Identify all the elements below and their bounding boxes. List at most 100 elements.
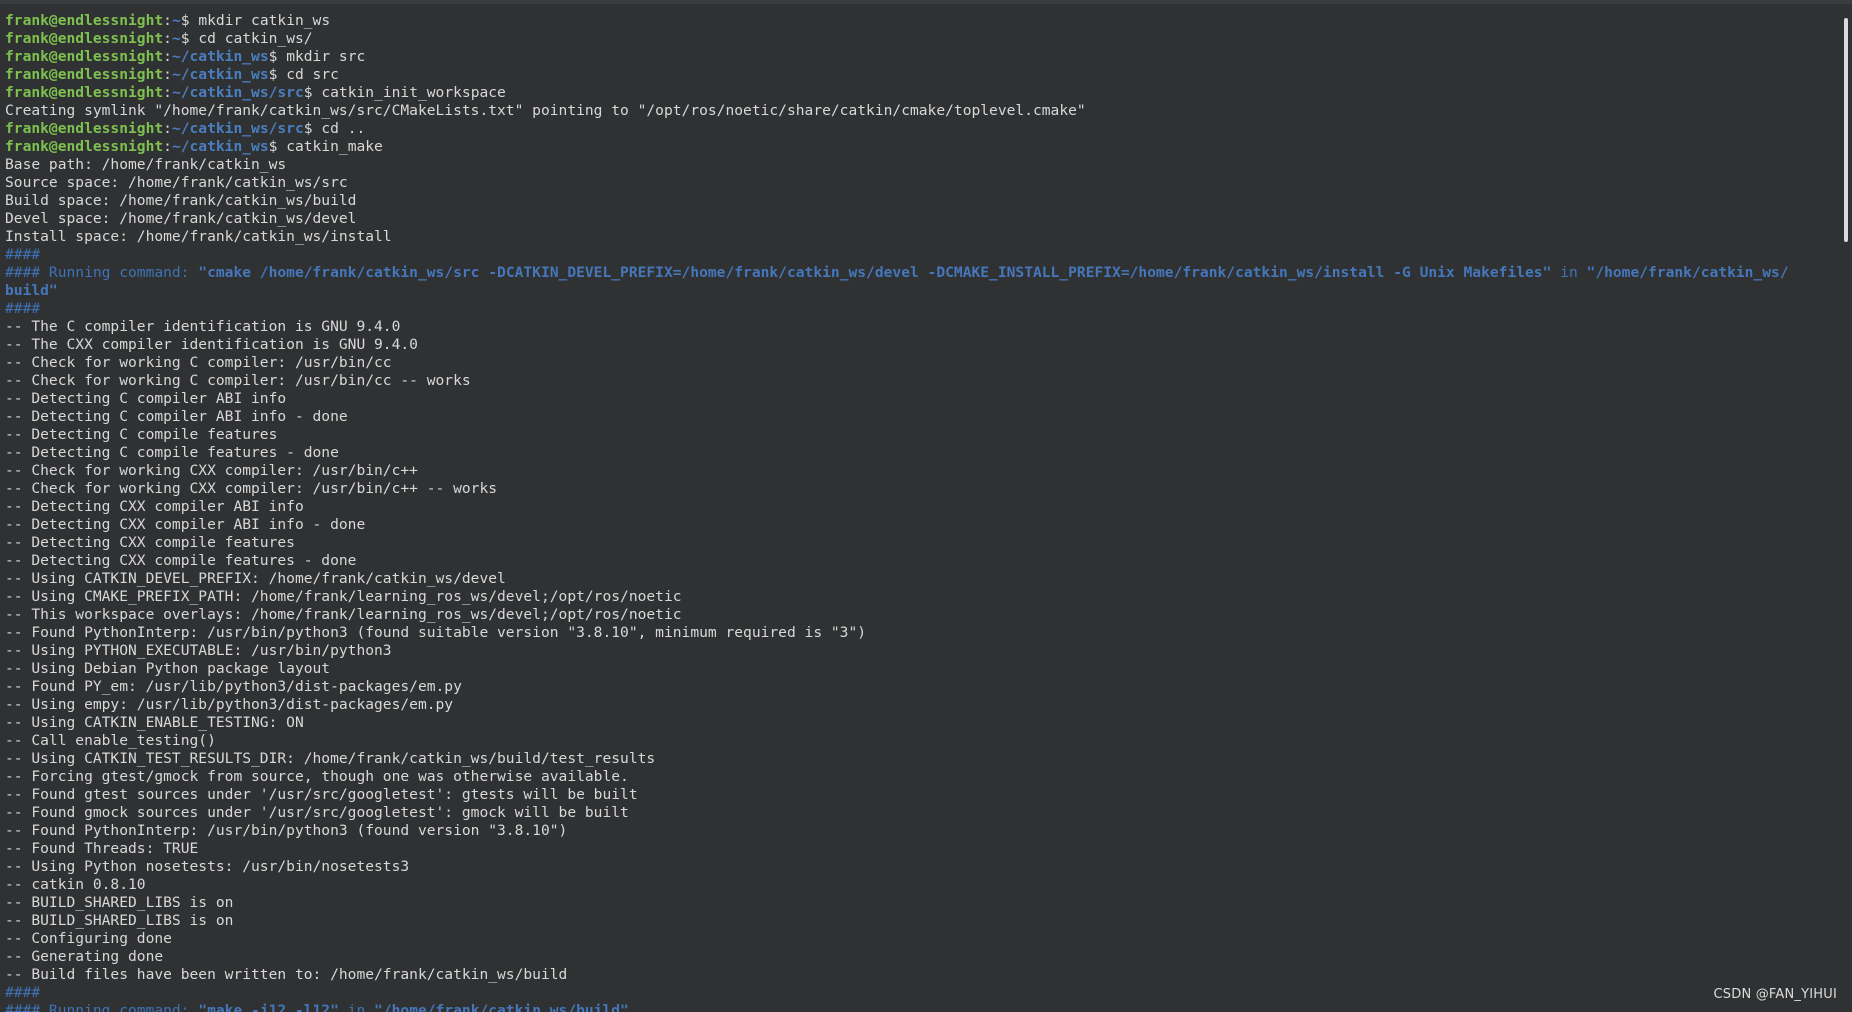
output-text: -- BUILD_SHARED_LIBS is on: [5, 894, 234, 911]
output-text: -- Using empy: /usr/lib/python3/dist-pac…: [5, 696, 454, 713]
terminal-line: -- Using Debian Python package layout: [5, 660, 1836, 678]
prompt-path: ~/catkin_ws: [171, 48, 269, 65]
command-text: cd src: [277, 66, 339, 83]
terminal-line: #### Running command: "make -j12 -l12" i…: [5, 1002, 1836, 1012]
command-text: cd catkin_ws/: [189, 30, 313, 47]
output-text: -- Configuring done: [5, 930, 172, 947]
output-text: -- Check for working C compiler: /usr/bi…: [5, 354, 392, 371]
terminal-line: -- Generating done: [5, 948, 1836, 966]
terminal-window[interactable]: frank@endlessnight:~$ mkdir catkin_ws fra…: [0, 0, 1852, 1012]
prompt-path: ~/catkin_ws/src: [171, 84, 304, 101]
output-text: -- Using CATKIN_DEVEL_PREFIX: /home/fran…: [5, 570, 506, 587]
output-text: Source space: /home/frank/catkin_ws/src: [5, 174, 348, 191]
running-command-dir: "/home/frank/catkin_ws/: [1586, 264, 1789, 281]
terminal-line: Install space: /home/frank/catkin_ws/ins…: [5, 228, 1836, 246]
prompt-separator: :: [163, 66, 172, 83]
terminal-line: #### Running command: "cmake /home/frank…: [5, 264, 1836, 282]
output-text: -- Build files have been written to: /ho…: [5, 966, 568, 983]
output-text: -- Call enable_testing(): [5, 732, 216, 749]
output-text: -- catkin 0.8.10: [5, 876, 146, 893]
terminal-line: frank@endlessnight:~/catkin_ws/src$ catk…: [5, 84, 1836, 102]
output-text: -- BUILD_SHARED_LIBS is on: [5, 912, 234, 929]
output-text: Devel space: /home/frank/catkin_ws/devel: [5, 210, 357, 227]
running-command-dir: "/home/frank/catkin_ws/build": [374, 1002, 629, 1012]
terminal-line: -- Found PythonInterp: /usr/bin/python3 …: [5, 624, 1836, 642]
output-text: -- Using CMAKE_PREFIX_PATH: /home/frank/…: [5, 588, 682, 605]
terminal-line: -- The CXX compiler identification is GN…: [5, 336, 1836, 354]
terminal-line: -- BUILD_SHARED_LIBS is on: [5, 912, 1836, 930]
terminal-line: -- Using PYTHON_EXECUTABLE: /usr/bin/pyt…: [5, 642, 1836, 660]
prompt-symbol: $: [303, 84, 313, 101]
running-command-in: in: [1551, 264, 1587, 281]
prompt-separator: :: [163, 30, 172, 47]
terminal-line: -- Found gtest sources under '/usr/src/g…: [5, 786, 1836, 804]
prompt-separator: :: [163, 138, 172, 155]
terminal-line: Creating symlink "/home/frank/catkin_ws/…: [5, 102, 1836, 120]
prompt-path: ~/catkin_ws: [171, 66, 269, 83]
terminal-line: -- Check for working C compiler: /usr/bi…: [5, 354, 1836, 372]
terminal-line: Source space: /home/frank/catkin_ws/src: [5, 174, 1836, 192]
terminal-line: -- Detecting CXX compile features - done: [5, 552, 1836, 570]
prompt-separator: :: [163, 12, 172, 29]
output-text: -- Detecting C compile features: [5, 426, 278, 443]
scrollbar[interactable]: [1840, 8, 1852, 1012]
terminal-line: Build space: /home/frank/catkin_ws/build: [5, 192, 1836, 210]
prompt-user: frank@endlessnight: [5, 138, 164, 155]
separator-hashes: ####: [5, 246, 41, 263]
output-text: -- Detecting CXX compile features: [5, 534, 295, 551]
running-command-in: in: [338, 1002, 375, 1012]
terminal-line: -- The C compiler identification is GNU …: [5, 318, 1836, 336]
output-text: -- Found PY_em: /usr/lib/python3/dist-pa…: [5, 678, 462, 695]
running-command-continuation: build": [5, 282, 58, 299]
terminal-line: -- This workspace overlays: /home/frank/…: [5, 606, 1836, 624]
terminal-line: -- Check for working C compiler: /usr/bi…: [5, 372, 1836, 390]
prompt-user: frank@endlessnight: [5, 66, 164, 83]
separator-hashes: ####: [5, 300, 41, 317]
terminal-line: -- Detecting C compile features - done: [5, 444, 1836, 462]
output-text: -- Detecting CXX compiler ABI info: [5, 498, 304, 515]
terminal-line: -- Detecting CXX compiler ABI info - don…: [5, 516, 1836, 534]
running-command: "make -j12 -l12": [198, 1002, 339, 1012]
terminal-line: ####: [5, 300, 1836, 318]
output-text: -- Detecting CXX compiler ABI info - don…: [5, 516, 366, 533]
terminal-output[interactable]: frank@endlessnight:~$ mkdir catkin_ws fra…: [5, 12, 1836, 1012]
output-text: -- Check for working CXX compiler: /usr/…: [5, 462, 418, 479]
output-text: Install space: /home/frank/catkin_ws/ins…: [5, 228, 392, 245]
terminal-line: -- Found gmock sources under '/usr/src/g…: [5, 804, 1836, 822]
output-text: -- Check for working C compiler: /usr/bi…: [5, 372, 471, 389]
terminal-line: Base path: /home/frank/catkin_ws: [5, 156, 1836, 174]
terminal-line: frank@endlessnight:~/catkin_ws$ mkdir sr…: [5, 48, 1836, 66]
output-text: -- Using Debian Python package layout: [5, 660, 331, 677]
terminal-line: -- Detecting C compiler ABI info - done: [5, 408, 1836, 426]
terminal-line: -- Check for working CXX compiler: /usr/…: [5, 480, 1836, 498]
output-text: -- Forcing gtest/gmock from source, thou…: [5, 768, 629, 785]
output-text: -- Found PythonInterp: /usr/bin/python3 …: [5, 624, 867, 641]
terminal-line: -- Detecting CXX compile features: [5, 534, 1836, 552]
command-text: cd ..: [312, 120, 366, 137]
output-text: -- Using CATKIN_TEST_RESULTS_DIR: /home/…: [5, 750, 656, 767]
output-text: -- Using PYTHON_EXECUTABLE: /usr/bin/pyt…: [5, 642, 392, 659]
terminal-line: -- Using CATKIN_TEST_RESULTS_DIR: /home/…: [5, 750, 1836, 768]
terminal-line: build": [5, 282, 1836, 300]
terminal-line: -- Using empy: /usr/lib/python3/dist-pac…: [5, 696, 1836, 714]
terminal-line: -- Forcing gtest/gmock from source, thou…: [5, 768, 1836, 786]
command-text: mkdir catkin_ws: [189, 12, 331, 29]
terminal-line: -- Found PY_em: /usr/lib/python3/dist-pa…: [5, 678, 1836, 696]
output-text: -- Found gmock sources under '/usr/src/g…: [5, 804, 629, 821]
output-text: -- The CXX compiler identification is GN…: [5, 336, 418, 353]
prompt-path: ~/catkin_ws/src: [171, 120, 304, 137]
scrollbar-thumb[interactable]: [1844, 18, 1848, 242]
terminal-line: ####: [5, 246, 1836, 264]
prompt-user: frank@endlessnight: [5, 48, 164, 65]
prompt-symbol: $: [303, 120, 313, 137]
output-text: -- Found PythonInterp: /usr/bin/python3 …: [5, 822, 568, 839]
prompt-path: ~/catkin_ws: [171, 138, 269, 155]
terminal-line: frank@endlessnight:~/catkin_ws/src$ cd .…: [5, 120, 1836, 138]
output-text: -- Detecting C compiler ABI info - done: [5, 408, 348, 425]
output-text: -- Found gtest sources under '/usr/src/g…: [5, 786, 638, 803]
terminal-line: -- Found PythonInterp: /usr/bin/python3 …: [5, 822, 1836, 840]
terminal-line: -- Using CATKIN_ENABLE_TESTING: ON: [5, 714, 1836, 732]
prompt-symbol: $: [180, 30, 190, 47]
command-text: mkdir src: [277, 48, 366, 65]
prompt-user: frank@endlessnight: [5, 120, 164, 137]
